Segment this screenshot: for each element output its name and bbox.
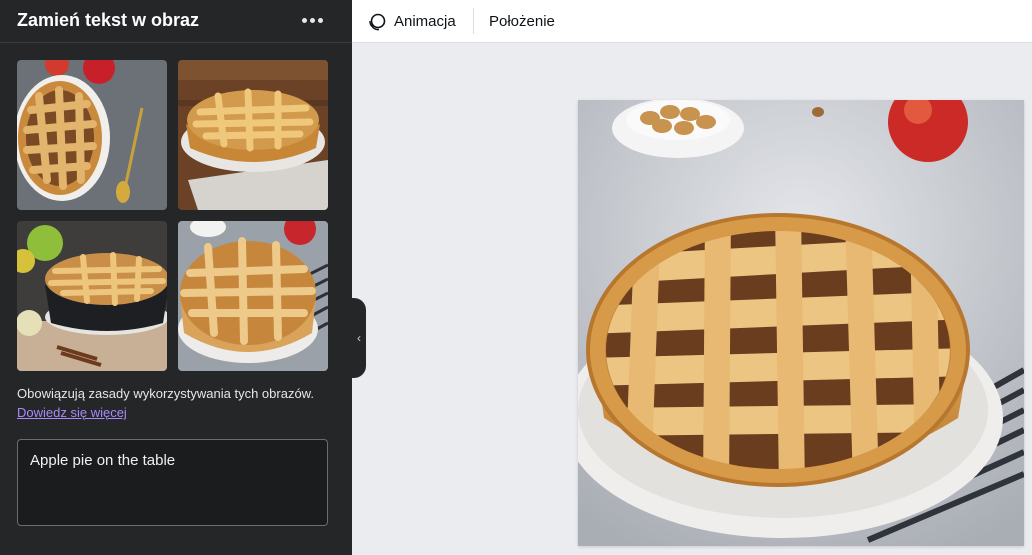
more-horizontal-icon [301, 17, 307, 23]
panel-header: Zamień tekst w obraz [0, 0, 352, 43]
animation-icon [369, 13, 386, 30]
pie-image [17, 60, 167, 210]
canvas-image[interactable] [578, 100, 1024, 546]
more-options-button[interactable] [296, 7, 328, 33]
position-button[interactable]: Położenie [489, 0, 555, 43]
top-toolbar: Animacja Położenie [352, 0, 1032, 43]
learn-more-link[interactable]: Dowiedz się więcej [17, 405, 127, 420]
result-thumbnail-3[interactable] [17, 221, 167, 371]
collapse-panel-button[interactable]: ‹ [352, 298, 366, 378]
prompt-input[interactable]: Apple pie on the table [17, 439, 328, 526]
result-thumbnail-4[interactable] [178, 221, 328, 371]
result-thumbnail-1[interactable] [17, 60, 167, 210]
usage-terms-text: Obowiązują zasady wykorzystywania tych o… [17, 386, 314, 401]
animation-button[interactable]: Animacja [367, 0, 456, 43]
position-label: Położenie [489, 13, 555, 30]
result-thumbnail-2[interactable] [178, 60, 328, 210]
apple-pie-image [578, 100, 1024, 546]
animation-label: Animacja [394, 13, 456, 30]
side-panel: Zamień tekst w obraz Obowiązują zasady w… [0, 0, 352, 555]
chevron-left-icon: ‹ [357, 331, 361, 345]
toolbar-divider [473, 8, 474, 34]
panel-title: Zamień tekst w obraz [17, 10, 200, 30]
